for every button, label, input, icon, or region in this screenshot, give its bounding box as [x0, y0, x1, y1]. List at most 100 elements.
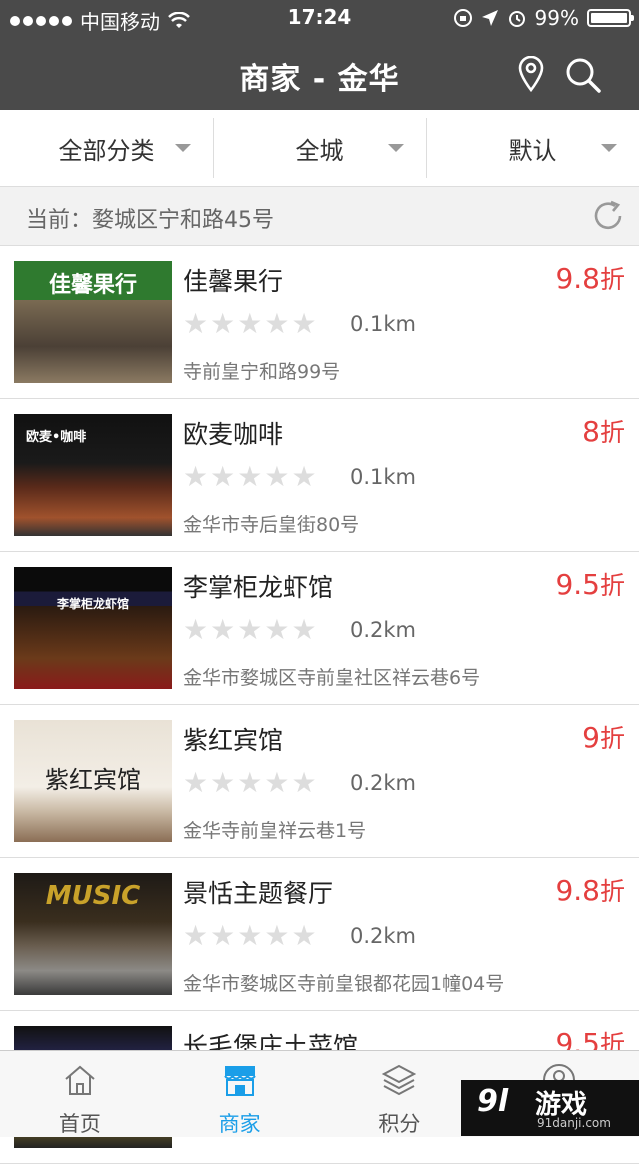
star-icon: ★ [291, 919, 317, 952]
star-icon: ★ [291, 766, 317, 799]
merchant-photo: 佳馨果行 [14, 261, 172, 383]
current-location-bar: 当前：婺城区宁和路45号 [0, 187, 639, 246]
merchant-distance: 0.2km [350, 618, 417, 642]
filter-category[interactable]: 全部分类 [0, 110, 213, 186]
merchant-discount: 8折 [582, 415, 625, 448]
search-icon[interactable] [564, 56, 602, 94]
battery-percent: 99% [534, 6, 579, 30]
star-icon: ★ [264, 613, 290, 646]
merchant-item[interactable]: 欧麦•咖啡 欧麦咖啡 8折 ★ ★ ★ ★ ★ 0.1km 金华市寺后皇街80号 [0, 399, 639, 552]
star-icon: ★ [210, 766, 236, 799]
star-icon: ★ [210, 460, 236, 493]
merchant-photo-sign: 佳馨果行 [48, 273, 137, 298]
watermark-logo: 9l [477, 1084, 509, 1119]
merchant-item[interactable]: 紫红宾馆 紫红宾馆 9折 ★ ★ ★ ★ ★ 0.2km 金华寺前皇祥云巷1号 [0, 705, 639, 858]
dropdown-arrow-icon [175, 144, 191, 152]
current-location-text: 当前：婺城区宁和路45号 [26, 208, 274, 233]
merchant-name: 景恬主题餐厅 [183, 879, 334, 908]
merchant-distance: 0.2km [350, 771, 417, 795]
merchant-discount: 9折 [582, 721, 625, 754]
star-icon: ★ [237, 919, 263, 952]
merchant-address: 寺前皇宁和路99号 [183, 361, 341, 383]
store-icon [223, 1066, 256, 1096]
merchant-name: 欧麦咖啡 [183, 420, 284, 449]
merchant-photo: 欧麦•咖啡 [14, 414, 172, 536]
merchant-name: 紫红宾馆 [183, 726, 284, 755]
orientation-lock-icon [453, 9, 472, 27]
merchant-name: 佳馨果行 [183, 267, 284, 296]
merchant-item[interactable]: MUSIC 景恬主题餐厅 9.8折 ★ ★ ★ ★ ★ 0.2km 金华市婺城区寺前皇银… [0, 858, 639, 1011]
rating-stars: ★ ★ ★ ★ ★ [183, 310, 317, 338]
nav-bar: 商家 - 金华 [0, 36, 639, 110]
star-icon: ★ [237, 613, 263, 646]
tab-points-label: 积分 [378, 1112, 421, 1136]
filter-area[interactable]: 全城 [213, 110, 426, 186]
status-right: 99% [453, 6, 634, 30]
filter-sort[interactable]: 默认 [426, 110, 639, 186]
star-icon: ★ [183, 766, 209, 799]
tab-home[interactable]: 首页 [0, 1051, 160, 1137]
merchant-discount: 9.8折 [555, 874, 625, 907]
merchant-address: 金华市寺后皇街80号 [183, 514, 360, 536]
merchant-item[interactable]: 佳馨果行 佳馨果行 9.8折 ★ ★ ★ ★ ★ 0.1km 寺前皇宁和路99号 [0, 246, 639, 399]
merchant-discount: 9.8折 [555, 262, 625, 295]
filter-sort-label: 默认 [508, 136, 557, 165]
home-icon [65, 1065, 95, 1095]
merchant-photo-sign: 李掌柜龙虾馆 [56, 597, 129, 611]
star-icon: ★ [210, 919, 236, 952]
location-arrow-icon [481, 10, 498, 26]
battery-level [591, 13, 627, 23]
dropdown-arrow-icon [388, 144, 404, 152]
tab-merchants[interactable]: 商家 [160, 1051, 320, 1137]
star-icon: ★ [210, 613, 236, 646]
merchant-discount: 9.5折 [555, 568, 625, 601]
star-icon: ★ [183, 460, 209, 493]
merchant-distance: 0.1km [350, 465, 417, 489]
merchant-distance: 0.2km [350, 924, 417, 948]
merchant-photo-sign: 欧麦•咖啡 [26, 430, 87, 445]
layers-icon [382, 1064, 417, 1096]
watermark-url: 91danji.com [537, 1116, 611, 1130]
star-icon: ★ [183, 307, 209, 340]
rating-stars: ★ ★ ★ ★ ★ [183, 922, 317, 950]
star-icon: ★ [183, 919, 209, 952]
merchant-address: 金华市婺城区寺前皇银都花园1幢04号 [183, 973, 505, 995]
tab-home-label: 首页 [58, 1112, 101, 1136]
alarm-icon [508, 11, 525, 27]
location-pin-icon[interactable] [517, 56, 545, 92]
tab-points[interactable]: 积分 [320, 1051, 480, 1137]
merchant-photo-sign: MUSIC [45, 881, 141, 911]
merchant-name: 李掌柜龙虾馆 [183, 573, 334, 602]
merchant-distance: 0.1km [350, 312, 417, 336]
star-icon: ★ [237, 460, 263, 493]
rating-stars: ★ ★ ★ ★ ★ [183, 769, 317, 797]
status-bar: 中国移动 17:24 99% [0, 0, 639, 36]
merchant-photo: 李掌柜龙虾馆 [14, 567, 172, 689]
star-icon: ★ [210, 307, 236, 340]
star-icon: ★ [237, 766, 263, 799]
merchant-photo-sign: 紫红宾馆 [45, 766, 141, 794]
star-icon: ★ [291, 613, 317, 646]
merchant-address: 金华市婺城区寺前皇社区祥云巷6号 [183, 667, 481, 689]
star-icon: ★ [264, 307, 290, 340]
merchant-photo: 紫红宾馆 [14, 720, 172, 842]
rating-stars: ★ ★ ★ ★ ★ [183, 463, 317, 491]
star-icon: ★ [264, 460, 290, 493]
star-icon: ★ [264, 919, 290, 952]
merchant-list: 佳馨果行 佳馨果行 9.8折 ★ ★ ★ ★ ★ 0.1km 寺前皇宁和路99号 欧麦•… [0, 246, 639, 1164]
star-icon: ★ [264, 766, 290, 799]
star-icon: ★ [291, 307, 317, 340]
filter-category-label: 全部分类 [58, 136, 155, 165]
refresh-icon[interactable] [591, 199, 625, 233]
star-icon: ★ [183, 613, 209, 646]
dropdown-arrow-icon [601, 144, 617, 152]
rating-stars: ★ ★ ★ ★ ★ [183, 616, 317, 644]
merchant-photo: MUSIC [14, 873, 172, 995]
star-icon: ★ [237, 307, 263, 340]
merchant-item[interactable]: 李掌柜龙虾馆 李掌柜龙虾馆 9.5折 ★ ★ ★ ★ ★ 0.2km 金华市婺城区寺前皇… [0, 552, 639, 705]
merchant-address: 金华寺前皇祥云巷1号 [183, 820, 367, 842]
filter-area-label: 全城 [295, 136, 344, 165]
watermark: 9l 游戏 91danji.com [461, 1080, 639, 1136]
star-icon: ★ [291, 460, 317, 493]
filter-bar: 全部分类 全城 默认 [0, 110, 639, 187]
